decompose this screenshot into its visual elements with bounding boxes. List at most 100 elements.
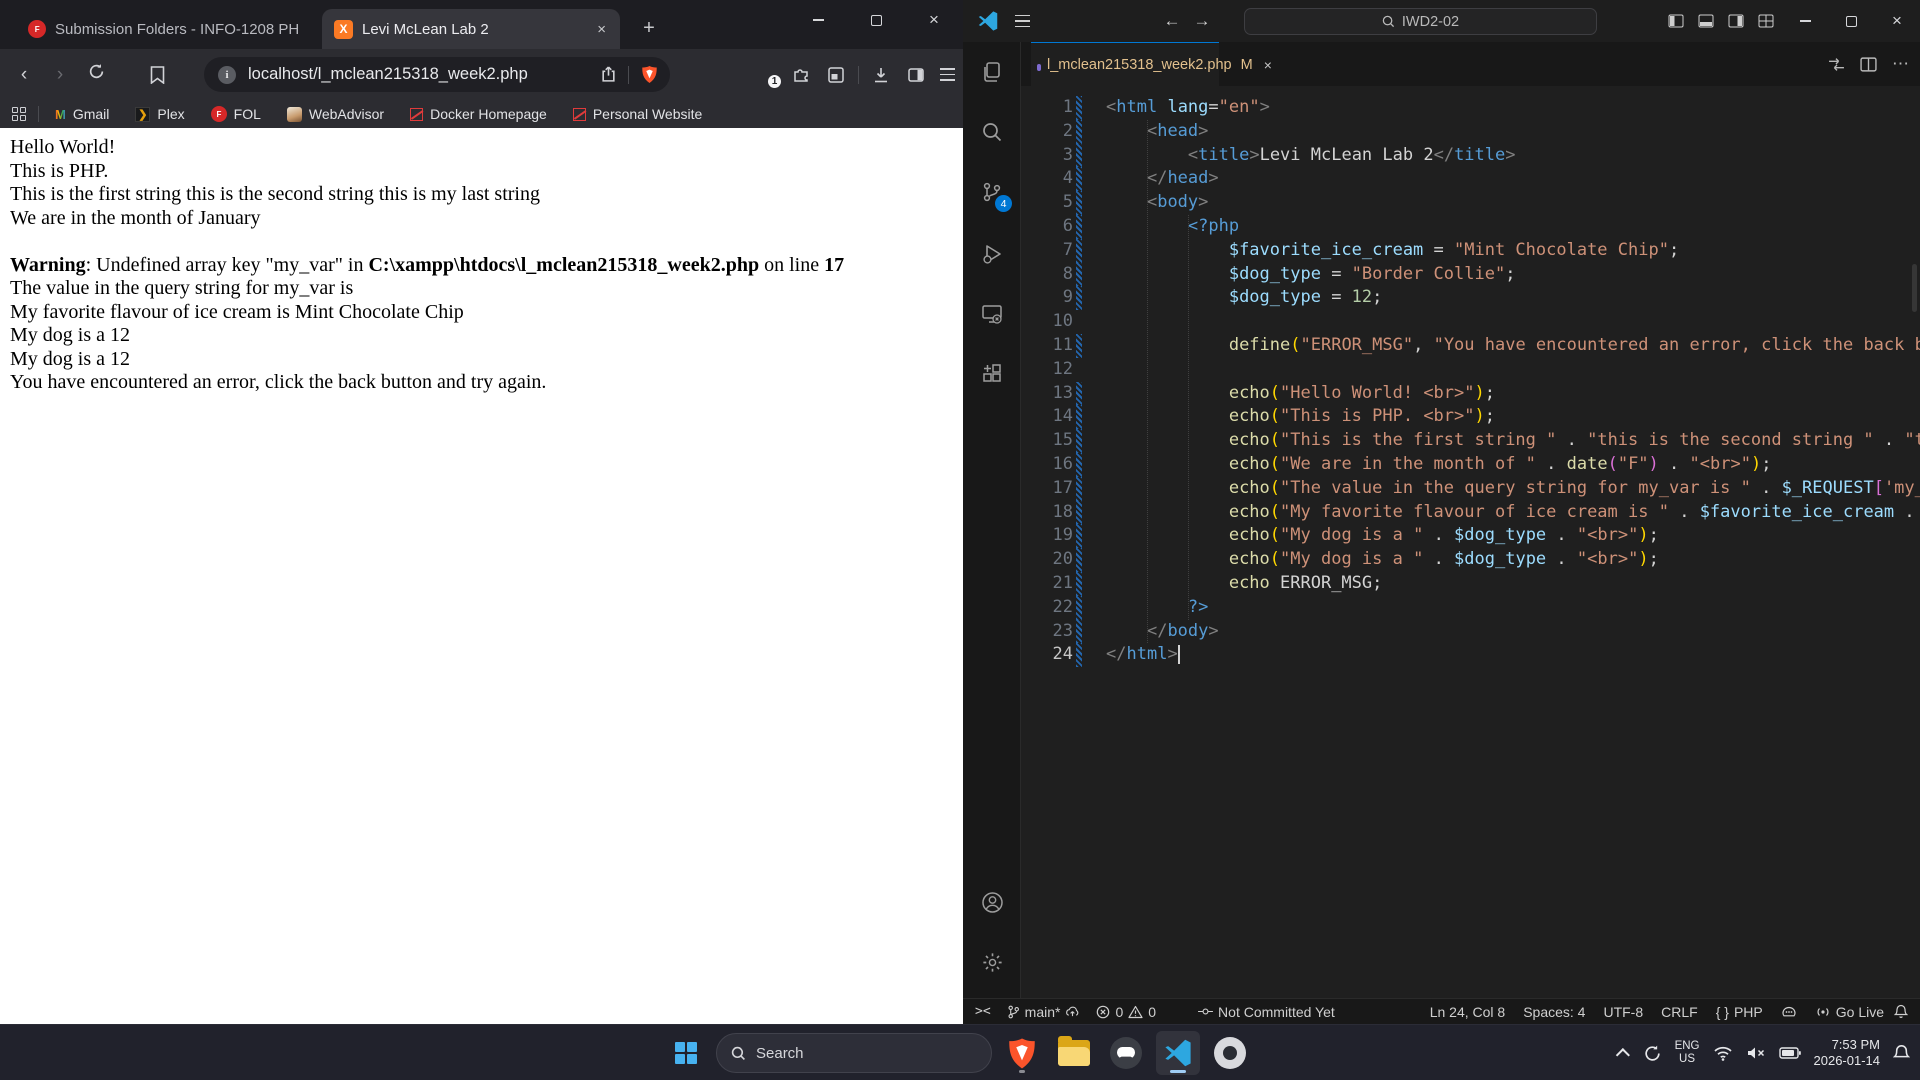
- taskbar-explorer-icon[interactable]: [1052, 1031, 1096, 1075]
- language-mode[interactable]: { } PHP: [1716, 1004, 1763, 1020]
- cursor-position[interactable]: Ln 24, Col 8: [1430, 1004, 1506, 1020]
- tab-close-icon[interactable]: ×: [595, 21, 608, 38]
- volume-muted-icon[interactable]: [1746, 1045, 1766, 1061]
- account-icon[interactable]: [963, 880, 1021, 924]
- bookmark-fol[interactable]: F FOL: [211, 106, 261, 122]
- clock[interactable]: 7:53 PM 2026-01-14: [1814, 1037, 1881, 1069]
- bookmark-docker-homepage[interactable]: Docker Homepage: [410, 106, 547, 122]
- code-line[interactable]: 4 </head>: [1021, 167, 1920, 191]
- code-line[interactable]: 17 echo("The value in the query string f…: [1021, 477, 1920, 501]
- close-button[interactable]: ×: [1874, 0, 1920, 42]
- code-line[interactable]: 1<html lang="en">: [1021, 96, 1920, 120]
- bookmark-icon[interactable]: [146, 64, 168, 86]
- code-line[interactable]: 16 echo("We are in the month of " . date…: [1021, 453, 1920, 477]
- bookmark-plex[interactable]: ❯ Plex: [135, 106, 184, 122]
- back-icon[interactable]: ‹: [6, 64, 42, 86]
- indent-setting[interactable]: Spaces: 4: [1523, 1004, 1585, 1020]
- taskbar-brave-icon[interactable]: [1000, 1031, 1044, 1075]
- screenshot-icon[interactable]: [825, 64, 847, 86]
- downloads-icon[interactable]: [870, 64, 892, 86]
- bookmark-personal-website[interactable]: Personal Website: [573, 106, 702, 122]
- site-info-icon[interactable]: i: [218, 66, 236, 84]
- brave-leo-icon[interactable]: 1: [757, 65, 777, 85]
- code-line[interactable]: 5 <body>: [1021, 191, 1920, 215]
- toggle-sidebar-icon[interactable]: [1668, 13, 1684, 29]
- code-line[interactable]: 19 echo("My dog is a " . $dog_type . "<b…: [1021, 524, 1920, 548]
- code-line[interactable]: 18 echo("My favorite flavour of ice crea…: [1021, 501, 1920, 525]
- notification-bell-icon[interactable]: [1893, 1044, 1910, 1062]
- tray-expand-icon[interactable]: [1615, 1048, 1629, 1062]
- customize-layout-icon[interactable]: [1758, 13, 1774, 29]
- sync-icon[interactable]: [1643, 1044, 1662, 1063]
- remote-indicator[interactable]: ><: [975, 1004, 991, 1019]
- start-button[interactable]: [664, 1031, 708, 1075]
- code-line[interactable]: 14 echo("This is PHP. <br>");: [1021, 405, 1920, 429]
- minimize-button[interactable]: [1782, 0, 1828, 42]
- taskbar-vscode-icon[interactable]: [1156, 1031, 1200, 1075]
- code-line[interactable]: 12: [1021, 358, 1920, 382]
- explorer-icon[interactable]: [963, 50, 1021, 94]
- problems-item[interactable]: 0 0: [1096, 1004, 1156, 1020]
- code-line[interactable]: 11 define("ERROR_MSG", "You have encount…: [1021, 334, 1920, 358]
- browser-tab-fol[interactable]: F Submission Folders - INFO-1208 PHP: [16, 9, 312, 49]
- code-line[interactable]: 6 <?php: [1021, 215, 1920, 239]
- status-extension-icon[interactable]: [1781, 1005, 1797, 1019]
- code-line[interactable]: 13 echo("Hello World! <br>");: [1021, 382, 1920, 406]
- extensions-puzzle-icon[interactable]: [790, 64, 812, 86]
- sidebar-toggle-icon[interactable]: [905, 64, 927, 86]
- code-editor[interactable]: 1<html lang="en">2 <head>3 <title>Levi M…: [1021, 86, 1920, 998]
- settings-gear-icon[interactable]: [963, 940, 1021, 984]
- nav-forward-icon[interactable]: →: [1188, 0, 1216, 42]
- code-line[interactable]: 2 <head>: [1021, 120, 1920, 144]
- command-search-box[interactable]: IWD2-02: [1244, 8, 1597, 35]
- encoding-setting[interactable]: UTF-8: [1603, 1004, 1643, 1020]
- code-line[interactable]: 21 echo ERROR_MSG;: [1021, 572, 1920, 596]
- language-indicator[interactable]: ENG US: [1675, 1040, 1700, 1066]
- share-icon[interactable]: [597, 64, 619, 86]
- bookmark-webadvisor[interactable]: WebAdvisor: [287, 106, 384, 122]
- nav-back-icon[interactable]: ←: [1158, 0, 1186, 42]
- taskbar-discord-icon[interactable]: [1104, 1031, 1148, 1075]
- eol-setting[interactable]: CRLF: [1661, 1004, 1698, 1020]
- more-actions-icon[interactable]: ⋯: [1892, 54, 1910, 74]
- code-line[interactable]: 23 </body>: [1021, 620, 1920, 644]
- toggle-secondary-sidebar-icon[interactable]: [1728, 13, 1744, 29]
- search-icon[interactable]: [963, 110, 1021, 154]
- code-line[interactable]: 7 $favorite_ice_cream = "Mint Chocolate …: [1021, 239, 1920, 263]
- toggle-panel-icon[interactable]: [1698, 13, 1714, 29]
- editor-tab-active[interactable]: l_mclean215318_week2.php M ×: [1031, 42, 1219, 86]
- maximize-button[interactable]: [1828, 0, 1874, 42]
- browser-menu-icon[interactable]: [940, 68, 955, 80]
- reload-icon[interactable]: [78, 63, 114, 86]
- close-button[interactable]: ×: [905, 0, 963, 40]
- code-line[interactable]: 8 $dog_type = "Border Collie";: [1021, 263, 1920, 287]
- remote-explorer-icon[interactable]: [963, 292, 1021, 336]
- code-line[interactable]: 24</html>: [1021, 643, 1920, 667]
- go-live-item[interactable]: Go Live: [1815, 1004, 1884, 1020]
- forward-icon[interactable]: ›: [42, 64, 78, 86]
- apps-grid-icon[interactable]: [12, 107, 26, 121]
- code-line[interactable]: 9 $dog_type = 12;: [1021, 286, 1920, 310]
- browser-tab-active[interactable]: X Levi McLean Lab 2 ×: [322, 9, 620, 49]
- bookmark-gmail[interactable]: M Gmail: [55, 106, 109, 122]
- editor-scrollbar[interactable]: [1912, 264, 1917, 312]
- code-line[interactable]: 22 ?>: [1021, 596, 1920, 620]
- new-tab-button[interactable]: +: [636, 16, 662, 42]
- wifi-icon[interactable]: [1713, 1045, 1733, 1061]
- vscode-menu-icon[interactable]: [1015, 15, 1030, 28]
- address-bar[interactable]: i localhost/l_mclean215318_week2.php: [204, 57, 670, 92]
- split-editor-icon[interactable]: [1860, 56, 1877, 73]
- code-line[interactable]: 3 <title>Levi McLean Lab 2</title>: [1021, 144, 1920, 168]
- code-line[interactable]: 15 echo("This is the first string " . "t…: [1021, 429, 1920, 453]
- brave-shield-icon[interactable]: [638, 64, 660, 86]
- code-line[interactable]: 20 echo("My dog is a " . $dog_type . "<b…: [1021, 548, 1920, 572]
- url-text[interactable]: localhost/l_mclean215318_week2.php: [248, 65, 597, 84]
- git-commit-item[interactable]: Not Committed Yet: [1198, 1004, 1335, 1020]
- maximize-button[interactable]: [847, 0, 905, 40]
- tab-close-icon[interactable]: ×: [1264, 57, 1272, 73]
- battery-icon[interactable]: [1779, 1046, 1801, 1060]
- minimize-button[interactable]: [789, 0, 847, 40]
- code-line[interactable]: 10: [1021, 310, 1920, 334]
- taskbar-steam-icon[interactable]: [1208, 1031, 1252, 1075]
- run-debug-icon[interactable]: [963, 232, 1021, 276]
